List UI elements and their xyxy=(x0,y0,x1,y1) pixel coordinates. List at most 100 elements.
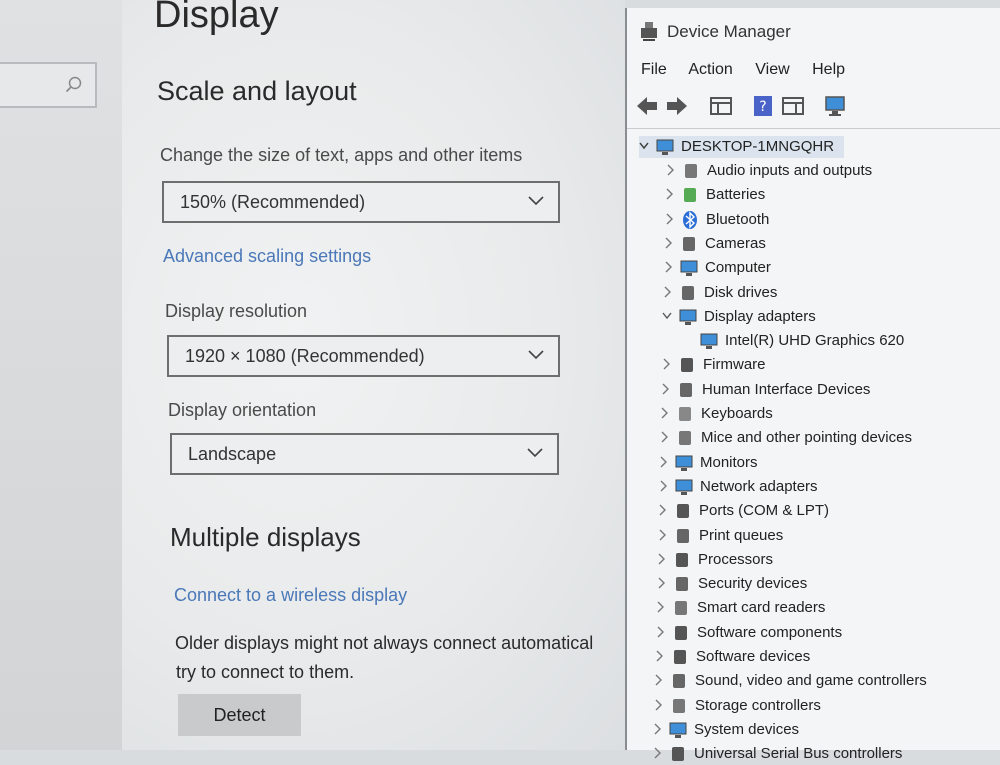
tree-node-label: System devices xyxy=(694,720,800,738)
monitor-icon xyxy=(675,455,693,471)
tree-node-label: Human Interface Devices xyxy=(702,380,871,398)
toolbar: ? xyxy=(627,88,1000,129)
tree-node-label: Processors xyxy=(698,550,774,568)
computer-icon xyxy=(680,260,698,277)
chevron-right-icon[interactable] xyxy=(665,164,675,176)
tree-node-label: Bluetooth xyxy=(706,210,770,228)
display-adapter-icon xyxy=(700,333,718,350)
tree-node-label: Keyboards xyxy=(701,405,773,422)
chevron-right-icon[interactable] xyxy=(659,407,669,419)
tree-node-label: Audio inputs and outputs xyxy=(707,162,873,179)
multiple-displays-heading: Multiple displays xyxy=(170,522,361,552)
tree-root[interactable]: DESKTOP-1MNGQHR xyxy=(639,136,844,158)
tree-node-label: Software devices xyxy=(696,648,811,665)
printer-icon xyxy=(677,528,689,543)
scale-dropdown[interactable]: 150% (Recommended) xyxy=(162,181,560,223)
chevron-right-icon[interactable] xyxy=(663,237,673,249)
older-displays-text-2: try to connect to them. xyxy=(176,662,355,682)
tree-node-label: Print queues xyxy=(699,526,784,544)
chevron-right-icon[interactable] xyxy=(655,601,665,613)
device-manager-app-icon xyxy=(641,22,657,41)
tree-node-label: Ports (COM & LPT) xyxy=(699,502,830,520)
chevron-right-icon[interactable] xyxy=(655,626,665,638)
chevron-right-icon[interactable] xyxy=(652,747,662,759)
resolution-value: 1920 × 1080 (Recommended) xyxy=(185,346,425,366)
chevron-down-icon[interactable] xyxy=(662,310,672,322)
display-adapter-icon xyxy=(679,309,697,325)
disk-icon xyxy=(682,285,694,300)
forward-arrow-icon[interactable] xyxy=(665,94,689,118)
tree-node-label: Security devices xyxy=(698,575,808,593)
window-title: Device Manager xyxy=(667,22,791,41)
menu-file[interactable]: File xyxy=(641,61,667,78)
tree-node-label: Disk drives xyxy=(704,283,778,301)
tree-node-label: Monitors xyxy=(700,453,758,471)
tree-node-label: Sound, video and game controllers xyxy=(695,672,927,690)
chevron-right-icon[interactable] xyxy=(657,504,667,516)
security-icon xyxy=(676,577,688,592)
display-settings-panel: Display Scale and layout Change the size… xyxy=(122,0,625,750)
menu-bar: File Action View Help xyxy=(641,61,863,79)
chevron-right-icon[interactable] xyxy=(660,383,670,395)
network-icon xyxy=(675,479,693,495)
properties-pane-icon[interactable] xyxy=(709,94,733,118)
tree-node-label: Network adapters xyxy=(700,477,818,495)
chevron-right-icon[interactable] xyxy=(661,358,671,370)
back-arrow-icon[interactable] xyxy=(635,94,659,118)
tree-root-label: DESKTOP-1MNGQHR xyxy=(681,138,835,155)
chevron-right-icon[interactable] xyxy=(657,529,667,541)
resolution-dropdown[interactable]: 1920 × 1080 (Recommended) xyxy=(167,335,560,377)
menu-view[interactable]: View xyxy=(755,61,789,78)
keyboard-icon xyxy=(679,407,691,421)
settings-search-box[interactable] xyxy=(0,62,97,108)
chevron-right-icon[interactable] xyxy=(663,261,673,273)
chevron-down-icon xyxy=(527,448,543,458)
firmware-icon xyxy=(681,358,693,373)
processor-icon xyxy=(676,552,688,567)
action-pane-icon[interactable] xyxy=(781,94,805,118)
scale-value: 150% (Recommended) xyxy=(180,192,366,212)
chevron-right-icon[interactable] xyxy=(664,188,674,200)
battery-icon xyxy=(684,188,696,203)
sound-icon xyxy=(673,674,685,689)
chevron-right-icon[interactable] xyxy=(659,431,669,443)
orientation-dropdown[interactable]: Landscape xyxy=(170,433,559,475)
chevron-right-icon[interactable] xyxy=(662,286,672,298)
usb-icon xyxy=(672,747,684,762)
resolution-label: Display resolution xyxy=(165,301,308,321)
storage-icon xyxy=(673,698,685,713)
chevron-down-icon xyxy=(528,196,544,206)
connect-wireless-link[interactable]: Connect to a wireless display xyxy=(174,585,407,606)
detect-button[interactable]: Detect xyxy=(178,694,301,736)
system-icon xyxy=(669,722,687,738)
search-icon[interactable] xyxy=(65,76,83,94)
chevron-right-icon[interactable] xyxy=(658,480,668,492)
chevron-right-icon[interactable] xyxy=(656,553,666,565)
scale-layout-heading: Scale and layout xyxy=(157,76,357,106)
chevron-right-icon[interactable] xyxy=(656,577,666,589)
chevron-down-icon xyxy=(528,350,544,360)
orientation-label: Display orientation xyxy=(168,400,317,420)
tree-node-label: Mice and other pointing devices xyxy=(701,429,912,447)
chevron-right-icon[interactable] xyxy=(658,456,668,468)
tree-node-label: Universal Serial Bus controllers xyxy=(694,745,903,763)
help-icon[interactable]: ? xyxy=(751,94,775,118)
menu-help[interactable]: Help xyxy=(812,61,845,78)
menu-action[interactable]: Action xyxy=(688,61,732,78)
chevron-right-icon[interactable] xyxy=(664,213,674,225)
chevron-right-icon[interactable] xyxy=(653,699,663,711)
mouse-icon xyxy=(679,431,691,446)
scan-hardware-icon[interactable] xyxy=(823,94,847,118)
settings-nav-pane xyxy=(0,0,122,750)
chevron-right-icon[interactable] xyxy=(654,650,664,662)
tree-node-label: Storage controllers xyxy=(695,696,821,714)
advanced-scaling-link[interactable]: Advanced scaling settings xyxy=(163,246,371,267)
port-icon xyxy=(677,504,689,519)
chevron-right-icon[interactable] xyxy=(653,674,663,686)
software-device-icon xyxy=(674,650,686,664)
chevron-right-icon[interactable] xyxy=(652,723,662,735)
tree-node-label: Cameras xyxy=(705,234,766,252)
tree-node-label: Display adapters xyxy=(704,307,816,325)
software-component-icon xyxy=(675,625,687,640)
chevron-down-icon[interactable] xyxy=(639,140,649,152)
